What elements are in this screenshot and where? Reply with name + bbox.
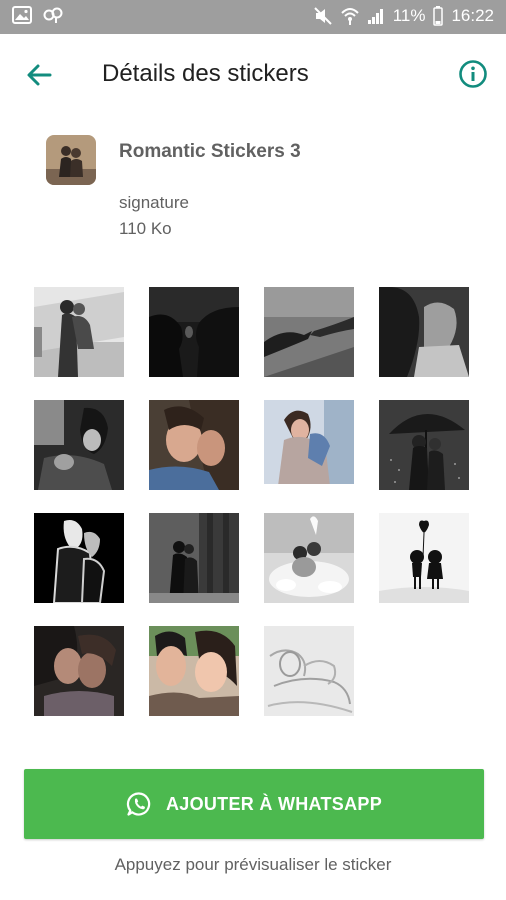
sticker-8[interactable] xyxy=(379,400,469,490)
mute-icon xyxy=(313,7,332,25)
link-icon xyxy=(43,7,63,23)
pack-author: signature xyxy=(119,193,189,212)
battery-percent: 11% xyxy=(392,6,426,25)
pack-name: Romantic Stickers 3 xyxy=(119,141,301,162)
sticker-6[interactable] xyxy=(149,400,239,490)
sticker-2[interactable] xyxy=(149,287,239,377)
signal-icon xyxy=(367,9,383,24)
app-bar: Détails des stickers xyxy=(0,34,506,116)
sticker-7[interactable] xyxy=(264,400,354,490)
pack-size: 110 Ko xyxy=(119,219,172,238)
preview-hint: Appuyez pour prévisualiser le sticker xyxy=(114,855,392,874)
sticker-10[interactable] xyxy=(149,513,239,603)
whatsapp-icon xyxy=(126,792,151,816)
sticker-5[interactable] xyxy=(34,400,124,490)
add-to-whatsapp-button[interactable]: AJOUTER À WHATSAPP xyxy=(24,769,484,839)
status-left-icons xyxy=(12,6,64,24)
battery-icon xyxy=(433,6,444,26)
sticker-13[interactable] xyxy=(34,626,124,716)
sticker-4[interactable] xyxy=(379,287,469,377)
add-to-whatsapp-label: AJOUTER À WHATSAPP xyxy=(165,793,383,814)
sticker-grid xyxy=(34,287,474,716)
info-icon xyxy=(459,60,487,88)
wifi-icon xyxy=(340,8,359,25)
pack-tray-icon xyxy=(46,135,96,185)
info-button[interactable] xyxy=(458,59,488,89)
sticker-9[interactable] xyxy=(34,513,124,603)
status-right: 11% 16:22 xyxy=(313,5,494,27)
image-icon xyxy=(12,6,32,24)
clock: 16:22 xyxy=(451,6,494,25)
back-button[interactable] xyxy=(22,58,56,92)
sticker-11[interactable] xyxy=(264,513,354,603)
page-title: Détails des stickers xyxy=(102,60,309,87)
sticker-3[interactable] xyxy=(264,287,354,377)
sticker-14[interactable] xyxy=(149,626,239,716)
sticker-1[interactable] xyxy=(34,287,124,377)
sticker-15[interactable] xyxy=(264,626,354,716)
sticker-12[interactable] xyxy=(379,513,469,603)
status-bar: 11% 16:22 xyxy=(0,0,506,34)
arrow-left-icon xyxy=(27,64,52,86)
